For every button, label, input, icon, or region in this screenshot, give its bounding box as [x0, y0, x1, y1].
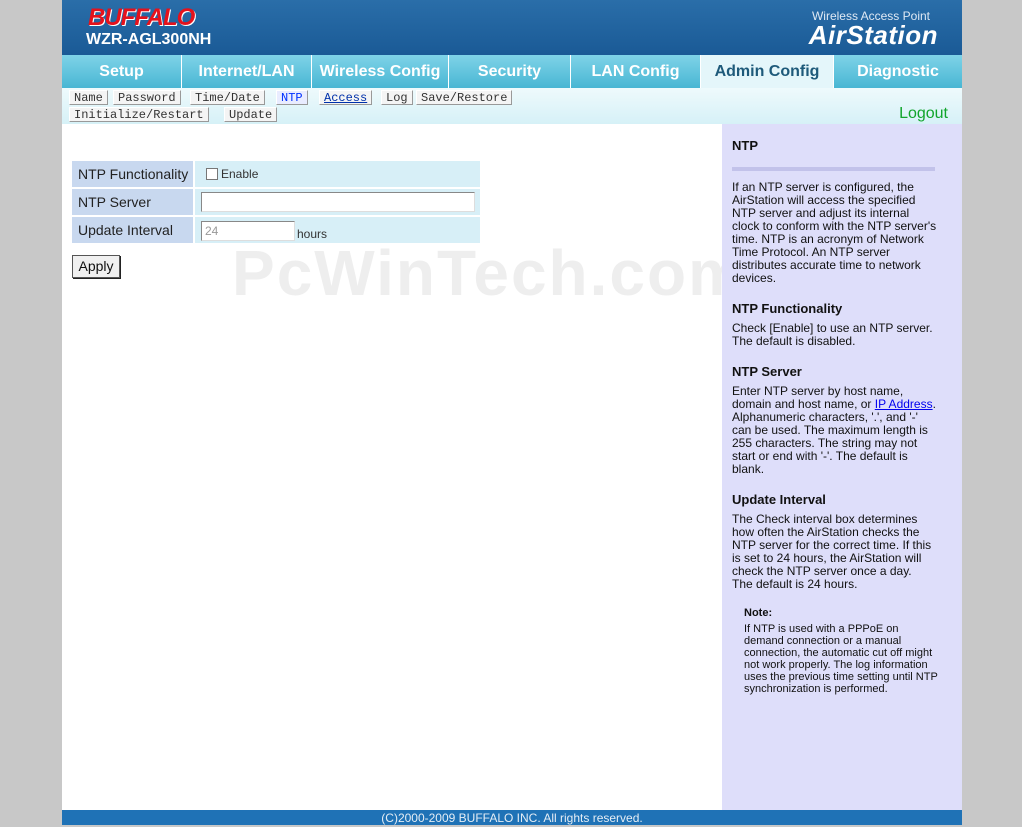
subnav-initialize-restart[interactable]: Initialize/Restart	[69, 107, 209, 122]
subnav-save-restore[interactable]: Save/Restore	[416, 90, 513, 105]
update-interval-cell: 24 hours	[195, 217, 480, 243]
hours-unit: hours	[297, 227, 328, 241]
subnav-ntp[interactable]: NTP	[276, 90, 308, 105]
help-interval-title: Update Interval	[732, 492, 826, 507]
apply-button[interactable]: Apply	[72, 255, 120, 278]
ntp-functionality-label: NTP Functionality	[72, 161, 193, 187]
subnav-name[interactable]: Name	[69, 90, 108, 105]
update-interval-label: Update Interval	[72, 217, 193, 243]
tab-setup[interactable]: Setup	[62, 55, 182, 88]
subnav-time-date[interactable]: Time/Date	[190, 90, 265, 105]
help-functionality-default: The default is disabled.	[732, 334, 856, 348]
copyright-text: (C)2000-2009 BUFFALO INC. All rights res…	[381, 811, 643, 825]
tab-admin-config[interactable]: Admin Config	[701, 55, 834, 88]
logout-link[interactable]: Logout	[899, 105, 948, 123]
product-logo: AirStation	[808, 20, 938, 50]
help-server-title: NTP Server	[732, 364, 802, 379]
ntp-functionality-row: NTP Functionality Enable	[72, 161, 480, 187]
subnav-update[interactable]: Update	[224, 107, 278, 122]
tab-diagnostic[interactable]: Diagnostic	[834, 55, 962, 88]
help-interval-default: The default is 24 hours.	[732, 577, 858, 591]
update-interval-input[interactable]: 24	[201, 221, 295, 241]
help-panel: NTP If an NTP server is configured, the …	[722, 124, 962, 810]
footer: (C)2000-2009 BUFFALO INC. All rights res…	[62, 810, 962, 825]
tab-security[interactable]: Security	[449, 55, 571, 88]
subnav-password[interactable]: Password	[113, 90, 181, 105]
help-functionality-title: NTP Functionality	[732, 301, 843, 316]
ntp-server-label: NTP Server	[72, 189, 193, 215]
tab-lan-config[interactable]: LAN Config	[571, 55, 701, 88]
note-text: If NTP is used with a PPPoE on demand co…	[744, 623, 938, 695]
ntp-server-row: NTP Server	[72, 189, 480, 215]
ntp-server-cell	[195, 189, 480, 215]
note-title: Note:	[744, 607, 773, 619]
enable-label: Enable	[221, 167, 259, 181]
ntp-server-input[interactable]	[201, 192, 475, 212]
ntp-functionality-cell: Enable	[195, 161, 480, 187]
ip-address-link[interactable]: IP Address	[875, 397, 933, 411]
watermark: PcWinTech.com	[232, 237, 747, 309]
help-interval-text: The Check interval box determines how of…	[732, 512, 932, 578]
header-banner: BUFFALO WZR-AGL300NH Wireless Access Poi…	[62, 0, 962, 57]
subnav-log[interactable]: Log	[381, 90, 413, 105]
help-intro: If an NTP server is configured, the AirS…	[732, 180, 937, 285]
main-content: PcWinTech.com NTP Functionality Enable N…	[62, 124, 745, 810]
help-server-text: Enter NTP server by host name, domain an…	[732, 385, 937, 476]
sub-navigation: Name Password Time/Date NTP Access Log S…	[62, 88, 962, 124]
brand-logo: BUFFALO	[88, 4, 195, 31]
tab-internet-lan[interactable]: Internet/LAN	[182, 55, 312, 88]
enable-checkbox[interactable]	[206, 168, 218, 180]
main-tabs: Setup Internet/LAN Wireless Config Secur…	[62, 55, 962, 88]
router-admin-page: BUFFALO WZR-AGL300NH Wireless Access Poi…	[62, 0, 962, 825]
subnav-access[interactable]: Access	[319, 90, 373, 105]
tab-wireless-config[interactable]: Wireless Config	[312, 55, 449, 88]
model-name: WZR-AGL300NH	[86, 31, 212, 48]
help-title: NTP	[732, 138, 758, 153]
update-interval-row: Update Interval 24 hours	[72, 217, 480, 243]
